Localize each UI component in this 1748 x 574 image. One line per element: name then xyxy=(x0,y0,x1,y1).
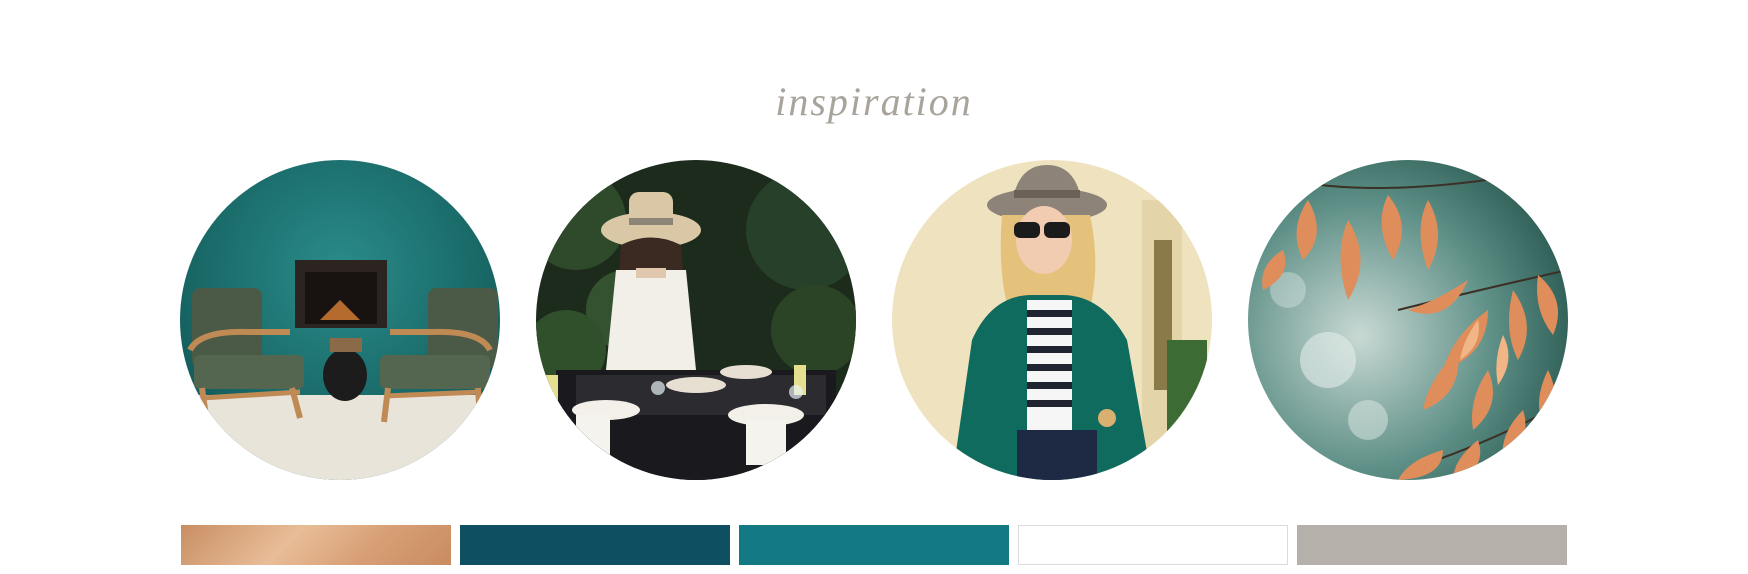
page-title: inspiration xyxy=(775,79,973,124)
inspiration-image-leaves xyxy=(1248,160,1568,480)
swatch-taupe xyxy=(1297,525,1567,565)
swatch-white xyxy=(1018,525,1288,565)
swatch-deep-teal xyxy=(460,525,730,565)
inspiration-images xyxy=(0,160,1748,480)
swatch-copper xyxy=(181,525,451,565)
inspiration-image-fireplace xyxy=(180,160,500,480)
color-palette xyxy=(0,525,1748,567)
inspiration-image-table-setting xyxy=(536,160,856,480)
swatch-teal xyxy=(739,525,1009,565)
inspiration-image-fashion xyxy=(892,160,1212,480)
